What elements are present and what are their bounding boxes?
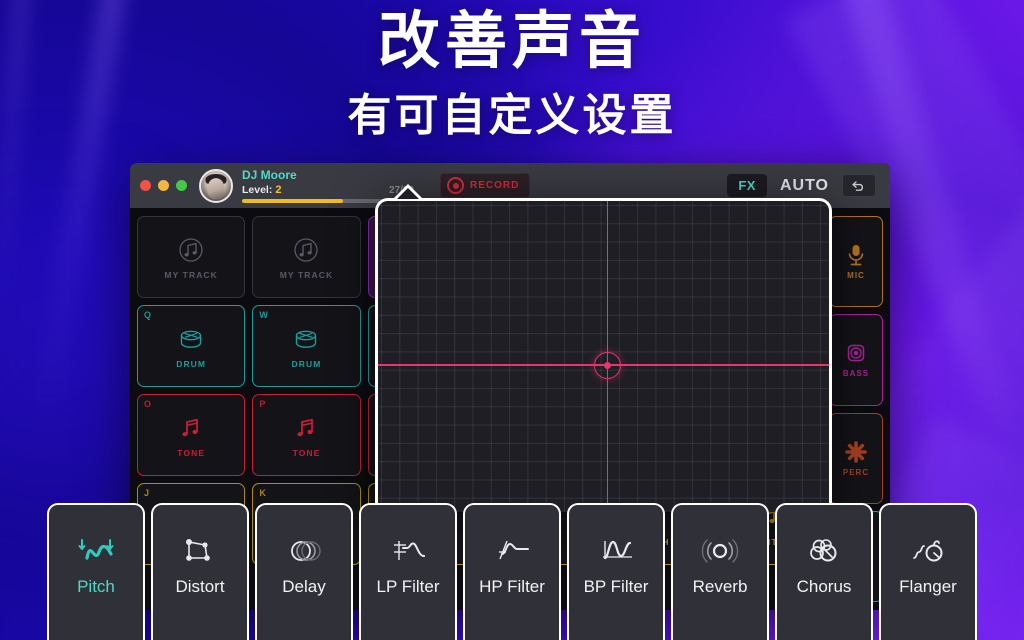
effects-toolbar[interactable]: Pitch Distort Delay LP Filter HP Filter BP Fi… [47,503,977,640]
record-button[interactable]: RECORD [440,173,531,198]
pad-label: DRUM [291,358,322,369]
double-note-icon [297,418,314,436]
chorus-icon [810,539,837,562]
effect-label: Delay [282,577,326,596]
gear-burst-icon [845,440,867,463]
pad-key: W [259,310,268,320]
pad-drum[interactable]: W DRUM [252,305,361,387]
pitch-icon [78,539,114,560]
microphone-icon [848,245,864,266]
effect-button-distort[interactable]: Distort [151,503,249,640]
drum-icon [296,330,317,348]
side-pad-bass[interactable]: BASS [829,314,883,406]
window-controls [140,180,187,191]
undo-icon [852,181,863,191]
pad-drum[interactable]: Q DRUM [137,305,246,387]
popup-pointer [393,184,423,199]
pad-my-track[interactable]: MY TRACK [137,216,246,298]
delay-icon [291,541,321,561]
side-pad-mic[interactable]: MIC [829,216,883,308]
reverb-icon [701,539,739,563]
avatar[interactable] [199,168,233,203]
avatar-face [207,177,225,199]
pad-tone[interactable]: P TONE [252,394,361,476]
pad-label: TONE [177,447,206,458]
level-row: Level: 2 27/30 [242,184,414,196]
minimize-button[interactable] [158,180,169,191]
pad-label: DRUM [176,358,207,369]
hp-filter-icon [499,540,529,560]
headline: 改善声音 有可自定义设置 [0,8,1024,143]
side-pad-label: MIC [847,271,865,281]
pad-key: K [259,488,266,498]
pad-label: MY TRACK [164,269,218,280]
effect-label: Flanger [899,577,957,596]
level-value: 2 [275,183,282,196]
record-icon [447,177,464,194]
effect-label: Chorus [796,577,852,596]
effect-label: LP Filter [376,577,440,596]
xy-pad-surface[interactable] [375,198,832,512]
music-note-circle-icon [294,237,319,262]
pad-label: MY TRACK [279,269,334,280]
pad-key: Q [144,310,152,320]
effect-button-bp-filter[interactable]: BP Filter [567,503,665,640]
headline-primary: 改善声音 [377,4,646,77]
speaker-icon [847,345,865,362]
effect-label: Distort [175,577,225,596]
effect-button-hp-filter[interactable]: HP Filter [463,503,561,640]
screenshot-stage: 改善声音 有可自定义设置 DJ Moore Level: 2 27/30 REC… [0,0,1024,640]
pad-key: O [144,399,152,409]
headline-secondary: 有可自定义设置 [347,90,677,142]
level-progress-fill [242,198,344,203]
titlebar-actions: FX AUTO [727,174,880,197]
xy-pad-handle[interactable] [594,351,621,379]
effect-button-lp-filter[interactable]: LP Filter [359,503,457,640]
side-pad-label: BASS [842,369,870,379]
pad-tone[interactable]: O TONE [137,394,246,476]
effect-button-chorus[interactable]: Chorus [775,503,873,640]
bp-filter-icon [603,540,632,560]
level-label: Level: [242,183,273,196]
effect-label: HP Filter [479,577,545,596]
pad-label: TONE [292,447,321,458]
effect-label: Pitch [77,577,115,596]
side-pad-perc[interactable]: PERC [829,412,883,504]
pad-my-track[interactable]: MY TRACK [252,216,361,298]
music-note-circle-icon [179,237,203,262]
effect-button-flanger[interactable]: Flanger [879,503,977,640]
double-note-icon [182,418,199,436]
flanger-icon [913,540,943,562]
username-label: DJ Moore [242,167,297,182]
effect-label: BP Filter [583,577,649,596]
fx-xy-pad-popup[interactable] [375,184,832,512]
effect-button-pitch[interactable]: Pitch [47,503,145,640]
effect-button-delay[interactable]: Delay [255,503,353,640]
record-label: RECORD [470,180,520,191]
effect-label: Reverb [692,577,748,596]
fx-button[interactable]: FX [727,174,767,197]
pad-key: J [144,488,150,498]
undo-button[interactable] [842,174,876,197]
auto-button[interactable]: AUTO [776,177,833,195]
zoom-button[interactable] [176,180,187,191]
pad-key: P [259,399,266,409]
distort-icon [186,539,210,561]
close-button[interactable] [140,180,151,191]
lp-filter-icon [394,541,425,560]
side-pad-label: PERC [842,467,870,477]
effect-button-reverb[interactable]: Reverb [671,503,769,640]
drum-icon [180,330,202,348]
